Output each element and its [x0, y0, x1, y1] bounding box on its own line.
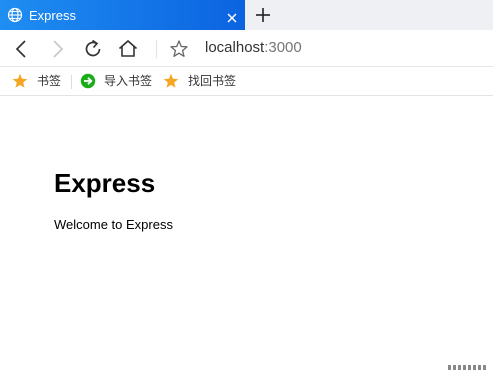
bookmarks-bar: 书签 导入书签 找回书签 — [0, 67, 493, 96]
bookmarks-divider — [71, 75, 72, 89]
address-host: localhost — [205, 39, 265, 56]
tab-title: Express — [29, 8, 76, 23]
bookmark-item-recover[interactable]: 找回书签 — [163, 72, 239, 90]
bookmark-label: 找回书签 — [188, 74, 237, 88]
star-outline-icon[interactable] — [168, 38, 190, 60]
star-icon — [12, 73, 28, 88]
welcome-message: Welcome to Express — [54, 217, 173, 232]
back-arrow-icon[interactable] — [11, 38, 33, 60]
new-tab-icon[interactable] — [253, 5, 273, 25]
globe-icon — [7, 7, 23, 23]
bookmark-label: 导入书签 — [104, 74, 153, 88]
bookmark-label: 书签 — [37, 74, 62, 88]
bookmark-item-bookmarks[interactable]: 书签 — [12, 72, 64, 90]
navigation-toolbar: localhost:3000 — [0, 30, 493, 67]
address-port: :3000 — [264, 39, 302, 56]
forward-arrow-icon[interactable] — [46, 38, 68, 60]
toolbar-divider — [156, 40, 157, 58]
watermark — [448, 364, 486, 374]
tab-strip: Express — [0, 0, 493, 30]
reload-icon[interactable] — [82, 38, 104, 60]
home-icon[interactable] — [117, 38, 139, 60]
star-icon — [163, 73, 179, 88]
tab-express[interactable]: Express — [0, 0, 245, 30]
address-bar[interactable]: localhost:3000 — [205, 39, 302, 57]
page-heading: Express — [54, 168, 156, 198]
close-icon[interactable] — [226, 9, 238, 23]
import-icon — [80, 73, 96, 89]
bookmark-item-import[interactable]: 导入书签 — [80, 72, 156, 90]
